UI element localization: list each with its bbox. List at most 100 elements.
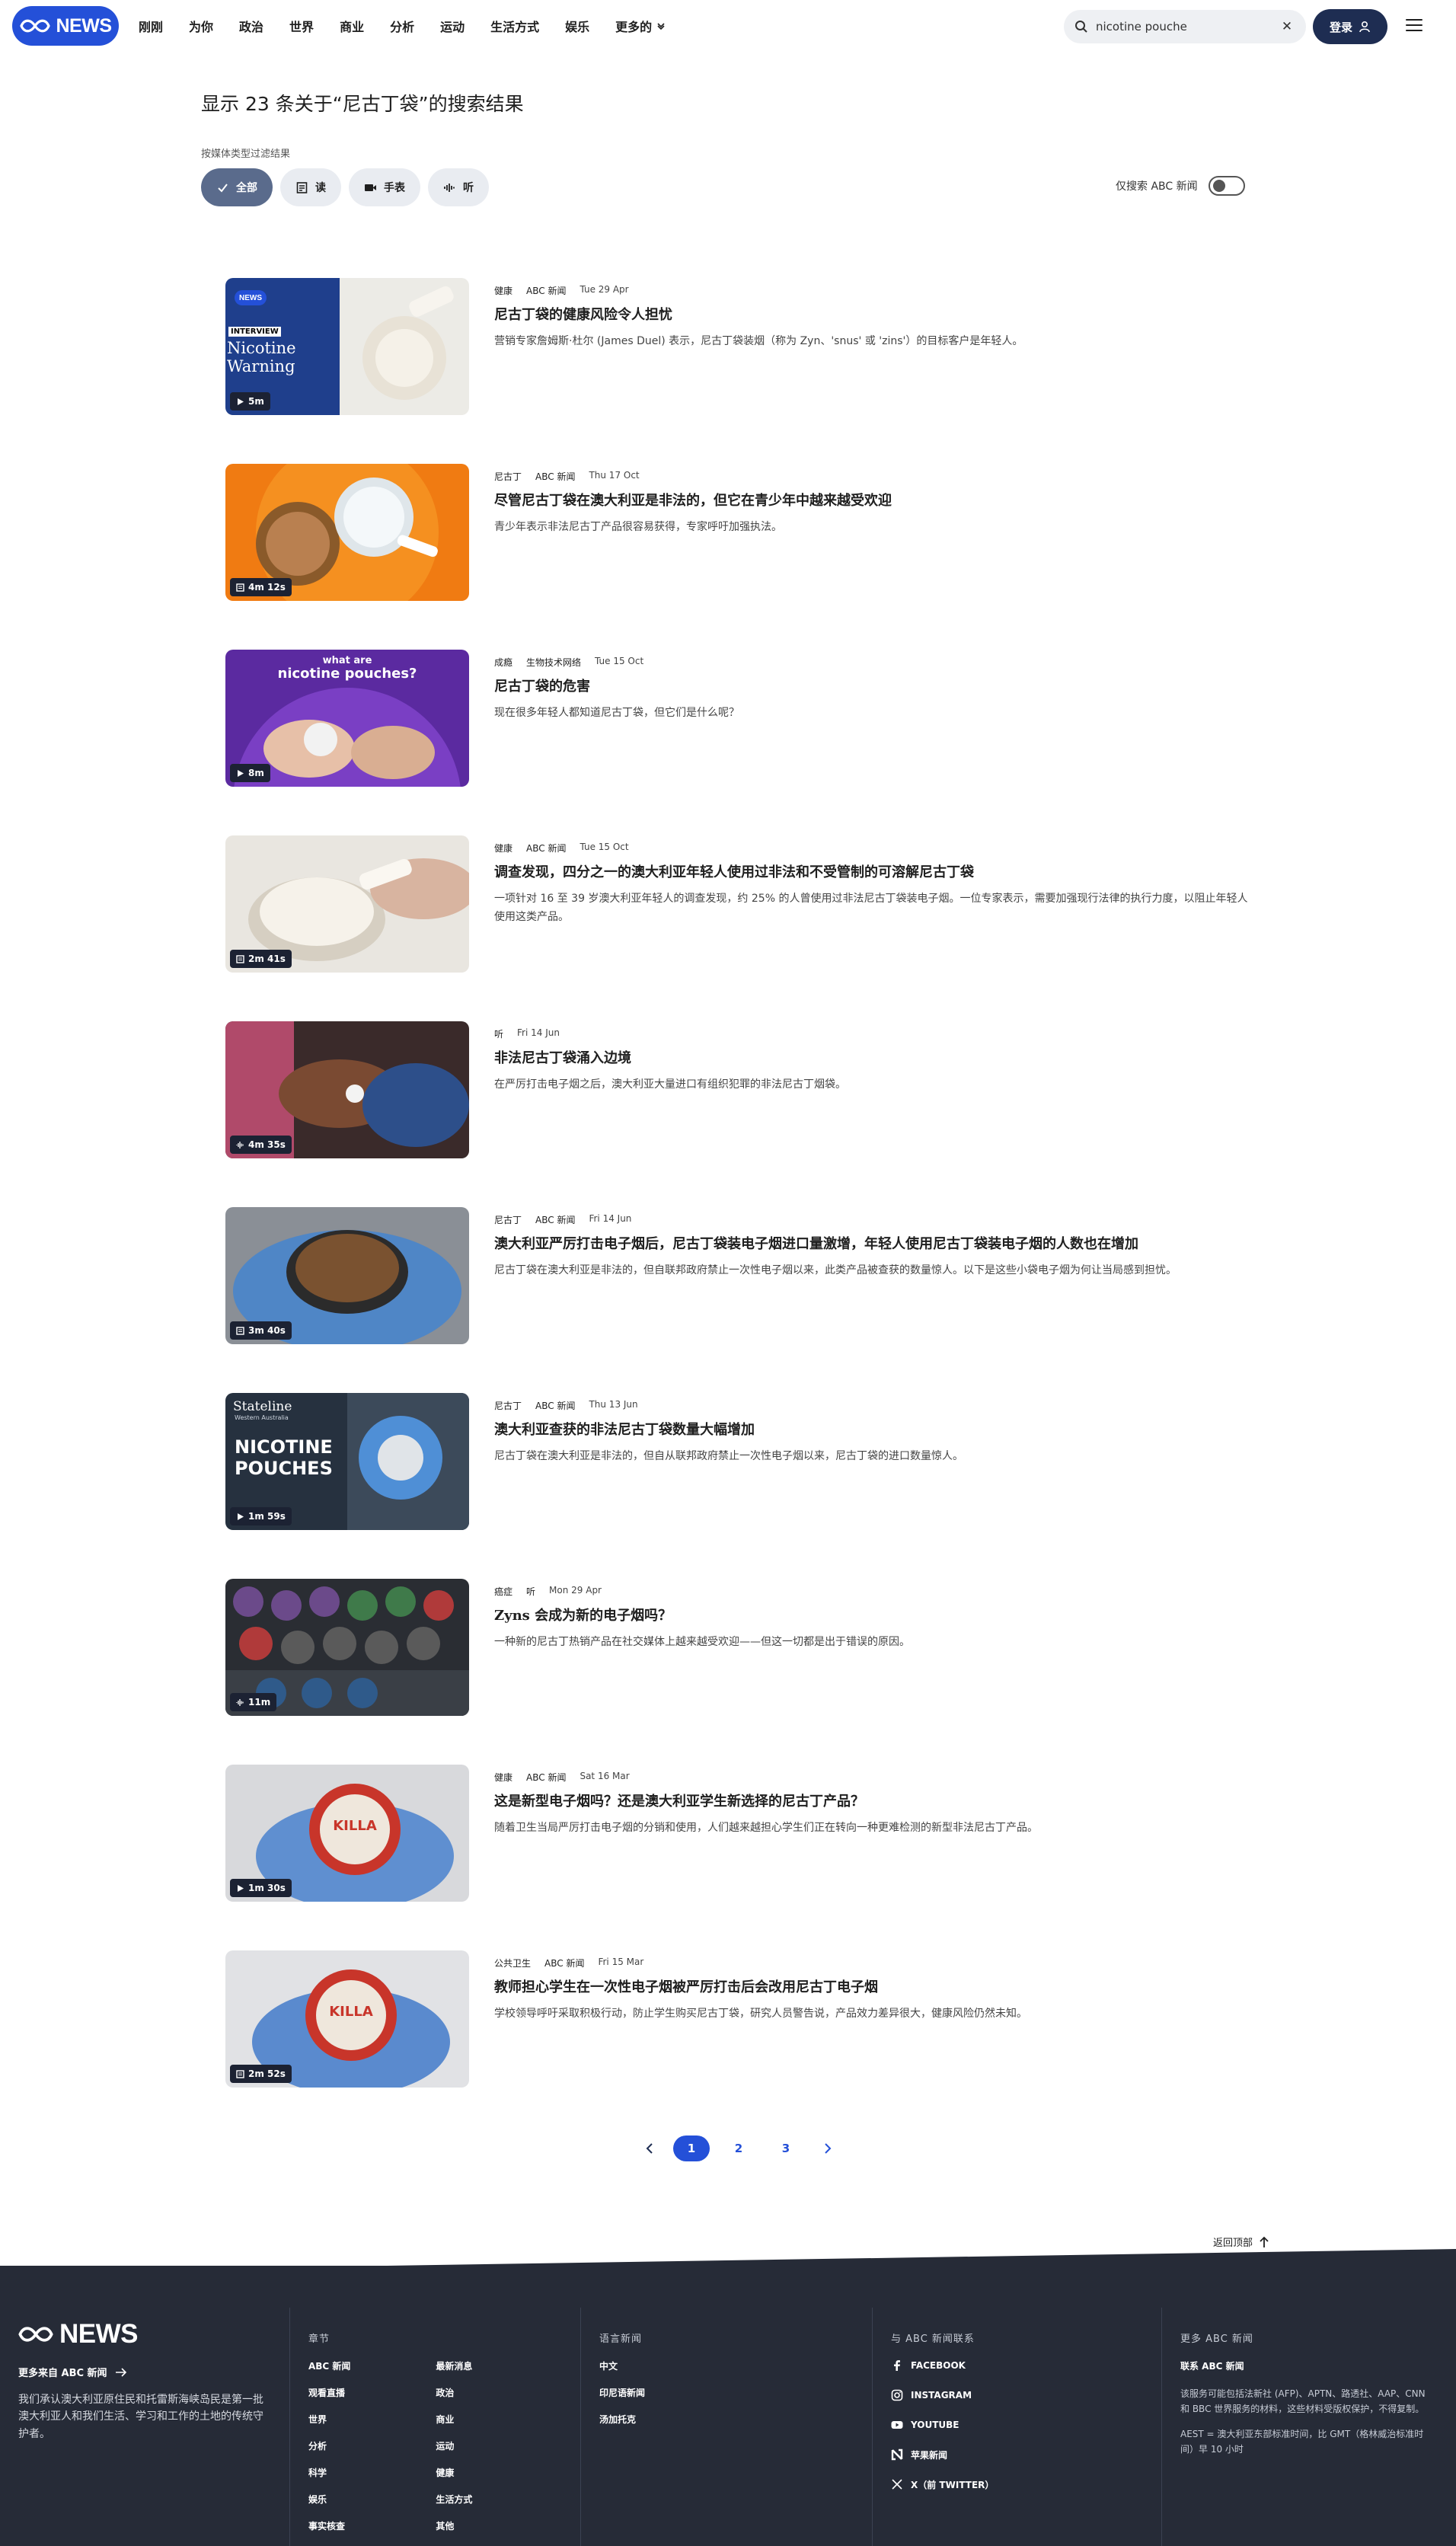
timezone-note: AEST = 澳大利亚东部标准时间，比 GMT（格林威治标准时间）早 10 小时 — [1180, 2428, 1424, 2455]
result-thumbnail[interactable]: 3m 40s — [225, 1207, 469, 1344]
result-title-link[interactable]: 尽管尼古丁袋在澳大利亚是非法的，但它在青少年中越来越受欢迎 — [494, 491, 1248, 510]
footer-section-link[interactable]: 运动 — [436, 2439, 472, 2452]
footer-section-link[interactable]: 娱乐 — [308, 2492, 350, 2506]
search-input[interactable] — [1096, 20, 1271, 34]
result-tag[interactable]: 癌症 — [494, 1585, 512, 1598]
result-tag[interactable]: 健康 — [494, 1771, 512, 1784]
result-tag[interactable]: ABC 新闻 — [535, 1399, 575, 1412]
nav-more-label: 更多的 — [615, 20, 653, 34]
x-twitter-link[interactable]: X（前 TWITTER） — [891, 2477, 994, 2491]
result-thumbnail[interactable]: KILLA 1m 30s — [225, 1765, 469, 1902]
nav-item-sport[interactable]: 运动 — [427, 0, 477, 52]
footer-section-link[interactable]: ABC 新闻 — [308, 2359, 350, 2372]
filter-watch-chip[interactable]: 手表 — [349, 168, 420, 206]
footer-section-link[interactable]: 其他 — [436, 2519, 472, 2532]
footer-divider — [872, 2308, 873, 2546]
youtube-icon — [891, 2421, 903, 2429]
footer-section-link[interactable]: 分析 — [308, 2439, 350, 2452]
nav-item-lifestyle[interactable]: 生活方式 — [477, 0, 552, 52]
facebook-link[interactable]: FACEBOOK — [891, 2359, 994, 2372]
page-3-button[interactable]: 3 — [768, 2136, 804, 2161]
result-tag[interactable]: ABC 新闻 — [535, 1213, 575, 1226]
result-tag[interactable]: ABC 新闻 — [535, 470, 575, 483]
abc-only-toggle[interactable] — [1208, 176, 1245, 196]
nav-item-business[interactable]: 商业 — [327, 0, 377, 52]
result-thumbnail[interactable]: 4m 12s — [225, 464, 469, 601]
back-to-top-link[interactable]: 返回顶部 — [1213, 2235, 1269, 2249]
page-1-button[interactable]: 1 — [673, 2136, 710, 2161]
result-thumbnail[interactable]: 4m 35s — [225, 1021, 469, 1158]
footer-section-link[interactable]: 政治 — [436, 2385, 472, 2399]
result-thumbnail[interactable]: Stateline Western Australia NICOTINE POUC… — [225, 1393, 469, 1530]
instagram-link[interactable]: INSTAGRAM — [891, 2388, 994, 2402]
result-thumbnail[interactable]: 11m — [225, 1579, 469, 1716]
filter-listen-chip[interactable]: 听 — [428, 168, 489, 206]
result-tag[interactable]: ABC 新闻 — [526, 284, 566, 297]
result-tag[interactable]: 成瘾 — [494, 656, 512, 669]
contact-abc-link[interactable]: 联系 ABC 新闻 — [1180, 2359, 1432, 2372]
result-title-link[interactable]: Zyns 会成为新的电子烟吗？ — [494, 1606, 1248, 1625]
search-icon — [1075, 21, 1087, 33]
result-tag[interactable]: 生物技术网络 — [526, 656, 581, 669]
result-title-link[interactable]: 澳大利亚查获的非法尼古丁袋数量大幅增加 — [494, 1420, 1248, 1439]
result-tag[interactable]: 听 — [494, 1027, 503, 1040]
nav-item-politics[interactable]: 政治 — [226, 0, 276, 52]
result-thumbnail[interactable]: NEWS INTERVIEW Nicotine Warning 5m — [225, 278, 469, 415]
nav-more-menu[interactable]: 更多的 — [602, 0, 679, 52]
page-2-button[interactable]: 2 — [720, 2136, 757, 2161]
result-tag[interactable]: 尼古丁 — [494, 470, 522, 483]
result-tag[interactable]: ABC 新闻 — [544, 1957, 584, 1969]
results-title: 显示 23 条关于“尼古丁袋”的搜索结果 — [201, 93, 524, 115]
more-from-abc-link[interactable]: 更多来自 ABC 新闻 — [18, 2365, 127, 2379]
result-title-link[interactable]: 调查发现，四分之一的澳大利亚年轻人使用过非法和不受管制的可溶解尼古丁袋 — [494, 863, 1248, 882]
result-tag[interactable]: ABC 新闻 — [526, 842, 566, 855]
thumb-product-label: KILLA — [329, 2004, 373, 2020]
login-button[interactable]: 登录 — [1313, 9, 1387, 44]
result-title-link[interactable]: 尼古丁袋的危害 — [494, 677, 1248, 696]
footer-section-link[interactable]: 事实核查 — [308, 2519, 350, 2532]
nav-item-analysis[interactable]: 分析 — [377, 0, 427, 52]
footer-section-link[interactable]: 商业 — [436, 2412, 472, 2426]
result-tag[interactable]: 听 — [526, 1585, 535, 1598]
result-title-link[interactable]: 这是新型电子烟吗？还是澳大利亚学生新选择的尼古丁产品？ — [494, 1792, 1248, 1811]
result-tag[interactable]: 健康 — [494, 842, 512, 855]
footer-language-link[interactable]: 汤加托克 — [599, 2412, 645, 2426]
result-title-link[interactable]: 教师担心学生在一次性电子烟被严厉打击后会改用尼古丁电子烟 — [494, 1978, 1248, 1997]
result-tag[interactable]: 公共卫生 — [494, 1957, 531, 1969]
youtube-link[interactable]: YOUTUBE — [891, 2418, 994, 2432]
previous-page-icon[interactable] — [637, 2136, 663, 2161]
result-title-link[interactable]: 非法尼古丁袋涌入边境 — [494, 1049, 1248, 1068]
abc-news-logo[interactable]: NEWS — [12, 6, 119, 46]
footer-section-link[interactable]: 健康 — [436, 2465, 472, 2479]
filter-read-chip[interactable]: 读 — [280, 168, 341, 206]
filter-all-chip[interactable]: 全部 — [201, 168, 273, 206]
result-thumbnail[interactable]: what are nicotine pouches? 8m — [225, 650, 469, 787]
footer-language-link[interactable]: 中文 — [599, 2359, 645, 2372]
footer-section-link[interactable]: 生活方式 — [436, 2492, 472, 2506]
footer-section-link[interactable]: 世界 — [308, 2412, 350, 2426]
result-tag[interactable]: 尼古丁 — [494, 1399, 522, 1412]
footer-section-link[interactable]: 观看直播 — [308, 2385, 350, 2399]
nav-item-for-you[interactable]: 为你 — [176, 0, 226, 52]
result-thumbnail[interactable]: KILLA 2m 52s — [225, 1950, 469, 2088]
result-thumbnail[interactable]: 2m 41s — [225, 835, 469, 973]
result-title-link[interactable]: 尼古丁袋的健康风险令人担忧 — [494, 305, 1248, 324]
footer-section-link[interactable]: 科学 — [308, 2465, 350, 2479]
duration-badge: 4m 12s — [230, 578, 292, 596]
footer-section-link[interactable]: 最新消息 — [436, 2359, 472, 2372]
clear-search-icon[interactable]: ✕ — [1279, 18, 1295, 35]
footer-language-link[interactable]: 印尼语新闻 — [599, 2385, 645, 2399]
result-tag[interactable]: ABC 新闻 — [526, 1771, 566, 1784]
result-tag[interactable]: 健康 — [494, 284, 512, 297]
footer-logo[interactable]: NEWS — [18, 2319, 139, 2350]
nav-item-world[interactable]: 世界 — [276, 0, 327, 52]
nav-item-just-in[interactable]: 刚刚 — [139, 0, 176, 52]
search-result-item: 3m 40s 尼古丁 ABC 新闻 Fri 14 Jun 澳大利亚严厉打击电子烟后，… — [225, 1207, 1231, 1344]
next-page-icon[interactable] — [815, 2136, 841, 2161]
hamburger-menu-icon[interactable] — [1406, 14, 1429, 37]
apple-news-link[interactable]: 苹果新闻 — [891, 2448, 994, 2461]
result-tag[interactable]: 尼古丁 — [494, 1213, 522, 1226]
result-title-link[interactable]: 澳大利亚严厉打击电子烟后，尼古丁袋装电子烟进口量激增，年轻人使用尼古丁袋装电子烟… — [494, 1235, 1248, 1254]
nav-item-entertainment[interactable]: 娱乐 — [552, 0, 602, 52]
arrow-right-icon — [115, 2367, 126, 2377]
